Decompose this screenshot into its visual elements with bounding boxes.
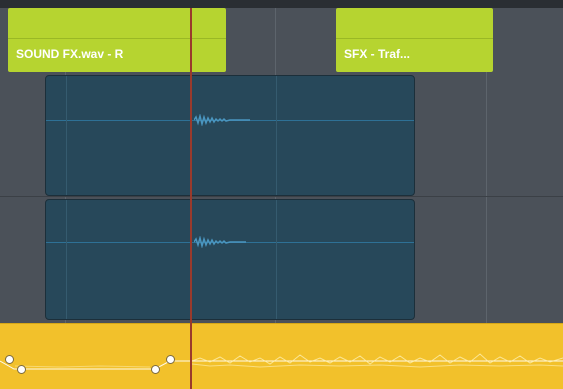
audio-timeline[interactable]: SOUND FX.wav - R SFX - Traf... [0,0,563,389]
sfx-traffic-clip[interactable]: SFX - Traf... [336,8,493,72]
sfx-traffic-clip-label: SFX - Traf... [344,47,411,61]
sound-fx-clip[interactable]: SOUND FX.wav - R [8,8,226,72]
playhead[interactable] [190,8,192,389]
track-divider [0,196,563,197]
clip-grid-line [276,76,277,195]
volume-handle-icon[interactable] [166,355,175,364]
audio-waveform-icon [0,353,563,370]
audio-waveform-icon [194,114,250,126]
yellow-audio-clip[interactable] [0,323,563,389]
clip-grid-line [276,200,277,319]
audio-clip-channel-2[interactable] [45,199,415,320]
audio-clip-channel-1[interactable] [45,75,415,196]
clip-grid-line [66,200,67,319]
volume-handle-icon[interactable] [5,355,14,364]
timeline-ruler-strip [0,0,563,8]
volume-handle-icon[interactable] [151,365,160,374]
volume-handle-icon[interactable] [17,365,26,374]
clip-separator [336,38,493,39]
clip-separator [8,38,226,39]
clip-grid-line [66,76,67,195]
sound-fx-clip-label: SOUND FX.wav - R [16,47,124,61]
audio-waveform-icon [194,236,246,248]
